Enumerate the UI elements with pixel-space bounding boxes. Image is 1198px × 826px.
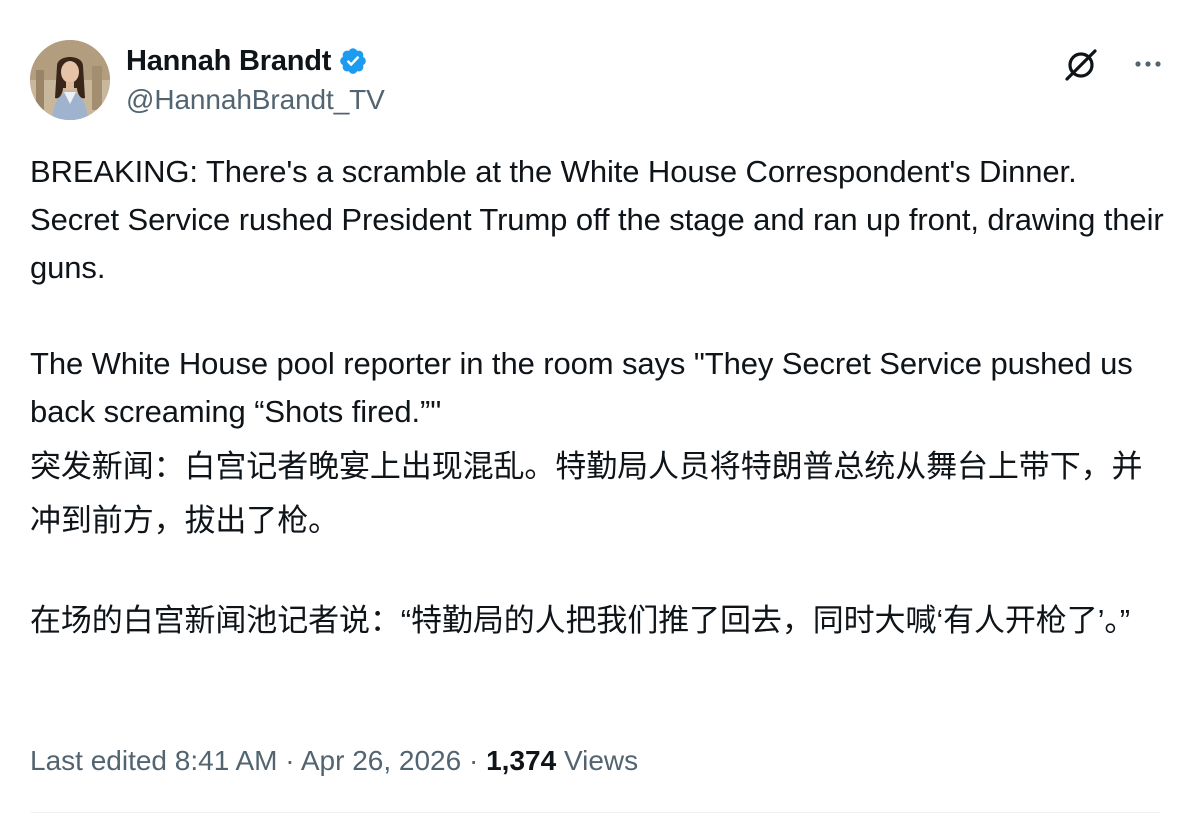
last-edited-link[interactable]: Last edited 8:41 AM — [30, 745, 278, 776]
avatar[interactable] — [30, 40, 110, 120]
tweet-text: BREAKING: There's a scramble at the Whit… — [30, 148, 1170, 648]
views-count: 1,374 — [486, 745, 557, 776]
avatar-image — [30, 40, 110, 120]
author-names: Hannah Brandt @HannahBrandt_TV — [126, 42, 385, 116]
display-name-row: Hannah Brandt — [126, 42, 385, 80]
meta-separator: · — [277, 745, 301, 776]
meta-separator: · — [461, 745, 487, 776]
author-display-name[interactable]: Hannah Brandt — [126, 45, 331, 78]
tweet-header: Hannah Brandt @HannahBrandt_TV — [30, 40, 1168, 120]
verified-badge-icon[interactable] — [338, 46, 368, 76]
tweet-paragraph-zh-2: 在场的白宫新闻池记者说：“特勤局的人把我们推了回去，同时大喊‘有人开枪了’。” — [30, 603, 1131, 638]
divider — [30, 812, 1160, 813]
author-handle[interactable]: @HannahBrandt_TV — [126, 84, 385, 116]
tweet-meta: Last edited 8:41 AM · Apr 26, 2026 · 1,3… — [30, 740, 638, 782]
views-label: Views — [563, 745, 639, 776]
grok-icon[interactable] — [1062, 46, 1100, 84]
more-horizontal-icon[interactable] — [1132, 48, 1164, 80]
tweet-paragraph-en-2: The White House pool reporter in the roo… — [30, 346, 1142, 429]
tweet-date[interactable]: Apr 26, 2026 — [301, 745, 461, 776]
tweet-paragraph-zh-1: 突发新闻：白宫记者晚宴上出现混乱。特勤局人员将特朗普总统从舞台上带下，并冲到前方… — [30, 449, 1143, 538]
tweet-card: Hannah Brandt @HannahBrandt_TV BREAKING:… — [0, 0, 1198, 826]
tweet-paragraph-en-1: BREAKING: There's a scramble at the Whit… — [30, 154, 1173, 285]
